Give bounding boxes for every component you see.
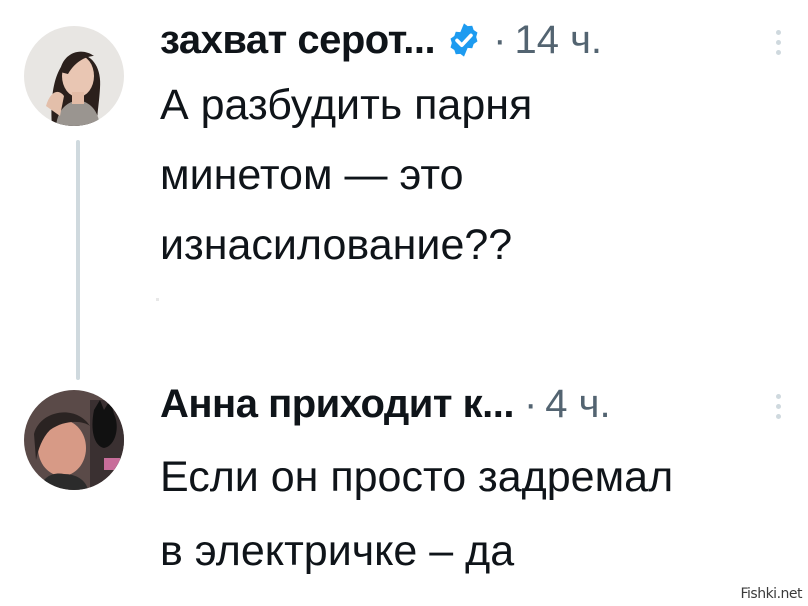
verified-badge-icon [450,23,478,57]
more-options-icon[interactable] [776,30,782,55]
tweet-text-line: минетом — это [160,151,464,199]
tweet-timestamp[interactable]: 14 ч. [514,18,602,62]
user-avatar-icon [24,390,124,490]
author-name[interactable]: захват серот... [160,18,436,62]
tweet-item[interactable]: Анна приходит к... · 4 ч. Если он просто… [0,370,808,590]
tweet-header: Анна приходит к... · 4 ч. [160,382,611,426]
tweet-text-line: Если он просто задремал [160,453,674,501]
more-options-icon[interactable] [776,394,782,419]
image-artifact [156,298,159,301]
separator-dot: · [493,18,507,62]
tweet-text-line: изнасилование?? [160,221,513,269]
tweet-header: захват серот... · 14 ч. [160,18,602,62]
tweet-text-line: в электричке – да [160,527,515,575]
thread-connector-line [76,140,80,380]
watermark: Fishki.net [740,586,802,602]
tweet-timestamp[interactable]: 4 ч. [545,382,610,426]
tweet-text-line: А разбудить парня [160,81,533,129]
separator-dot: · [523,382,538,426]
tweet-text: А разбудить парня минетом — это изнасило… [160,70,532,280]
tweet-text: Если он просто задремал в электричке – д… [160,440,673,588]
user-avatar-icon [24,26,124,126]
author-name[interactable]: Анна приходит к... [160,382,514,426]
author-avatar[interactable] [24,26,124,126]
tweet-item[interactable]: захват серот... · 14 ч. А разбудить парн… [0,0,808,380]
author-avatar[interactable] [24,390,124,490]
